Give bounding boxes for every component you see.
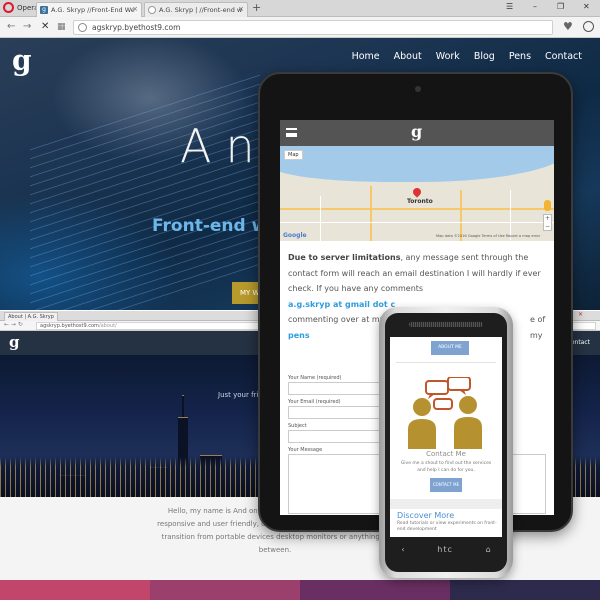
code-background-image xyxy=(30,70,260,310)
home-key-icon[interactable]: ⌂ xyxy=(486,545,491,554)
name-label: Your Name (required) xyxy=(288,375,342,381)
discover-more-title[interactable]: Discover More xyxy=(397,511,454,520)
tablet-site-header: g xyxy=(280,120,554,146)
minimize-button[interactable]: – xyxy=(533,2,537,11)
hero-subtitle: Front-end w xyxy=(152,216,268,236)
close-window-button[interactable]: ✕ xyxy=(583,2,590,11)
opera-menu-button[interactable]: Opera xyxy=(3,2,38,13)
lake-ontario-water xyxy=(280,146,554,182)
loading-spinner-icon xyxy=(148,6,156,14)
discover-more-desc: Read tutorials or view experiments on fr… xyxy=(397,521,497,532)
site-nav: Home About Work Blog Pens Contact xyxy=(352,51,582,62)
map-road xyxy=(510,190,511,240)
about-me-button[interactable]: ABOUT ME xyxy=(431,341,469,355)
about-browser-tab[interactable]: About | A.G. Skryp xyxy=(4,312,58,321)
color-tiles xyxy=(0,580,600,600)
email-link[interactable]: a.g.skryp at gmail dot c xyxy=(288,300,395,309)
email-label: Your Email (required) xyxy=(288,399,341,405)
phone-front: ABOUT ME Contact Me Give me a shout to f… xyxy=(385,313,507,572)
color-tile xyxy=(300,580,450,600)
map-type-tab[interactable]: Map xyxy=(284,150,303,160)
nav-pens[interactable]: Pens xyxy=(509,51,531,62)
color-tile xyxy=(150,580,300,600)
map-attribution: Map data ©2016 Google Terms of Use Repor… xyxy=(436,234,541,238)
phone-speaker-grille xyxy=(409,322,483,327)
phone-softkeys: ‹ htc ⌂ xyxy=(385,545,507,554)
google-logo: Google xyxy=(283,232,307,239)
about-url-path: /about/ xyxy=(98,323,117,329)
tab-menu-icon[interactable]: ☰ xyxy=(506,2,513,11)
htc-phone-device: ABOUT ME Contact Me Give me a shout to f… xyxy=(379,307,513,578)
back-button[interactable]: ← → ↻ xyxy=(4,321,23,328)
divider xyxy=(396,362,496,363)
back-button[interactable]: ← xyxy=(7,21,15,33)
contact-me-title: Contact Me xyxy=(426,450,466,458)
globe-icon xyxy=(78,23,87,32)
back-key-icon[interactable]: ‹ xyxy=(401,545,404,554)
phone-screen: ABOUT ME Contact Me Give me a shout to f… xyxy=(390,337,502,537)
bookmark-heart-icon[interactable]: ♥ xyxy=(563,20,573,33)
hamburger-menu-icon[interactable] xyxy=(286,128,297,137)
tab-label: A.G. Skryp //Front-End We xyxy=(51,6,135,14)
speed-dial-icon[interactable]: ▦ xyxy=(57,21,66,33)
new-tab-button[interactable]: + xyxy=(252,2,261,14)
email-input[interactable] xyxy=(288,406,383,419)
url-text: agskryp.byethost9.com xyxy=(92,23,181,32)
pens-link[interactable]: pens xyxy=(288,331,310,340)
url-field[interactable]: agskryp.byethost9.com xyxy=(73,20,553,35)
notice-text-2: commenting over at my xyxy=(288,315,385,324)
opera-icon xyxy=(3,2,14,13)
about-hero-text: Just your fri xyxy=(218,391,259,399)
close-tab-icon[interactable]: × xyxy=(238,5,244,13)
city-tower-spire xyxy=(182,395,184,417)
nav-contact[interactable]: Contact xyxy=(545,51,582,62)
browser-tab-2[interactable]: A.G. Skryp | //Front-end w × xyxy=(144,2,248,17)
nav-about[interactable]: About xyxy=(394,51,422,62)
close-window-icon[interactable]: ✕ xyxy=(578,311,583,318)
google-map[interactable]: Map Toronto + − Google Map data ©2016 Goo… xyxy=(280,146,554,241)
browser-tab-1[interactable]: g A.G. Skryp //Front-End We × xyxy=(36,2,142,17)
close-tab-icon[interactable]: × xyxy=(132,5,138,13)
about-site-logo[interactable]: g xyxy=(9,333,20,351)
nav-work[interactable]: Work xyxy=(436,51,460,62)
map-road xyxy=(280,222,554,223)
message-label: Your Message xyxy=(288,447,323,453)
tablet-camera xyxy=(415,86,421,92)
tab-label: A.G. Skryp | //Front-end w xyxy=(159,6,243,14)
map-city-label: Toronto xyxy=(407,198,433,205)
subject-input[interactable] xyxy=(288,430,383,443)
notice-text-3: e of my xyxy=(530,315,546,340)
section-divider xyxy=(390,499,502,509)
subject-label: Subject xyxy=(288,423,307,429)
map-road xyxy=(320,196,321,241)
map-pin-icon[interactable] xyxy=(411,186,423,198)
screenshot-root: Opera g A.G. Skryp //Front-End We × A.G.… xyxy=(0,0,600,600)
nav-blog[interactable]: Blog xyxy=(474,51,495,62)
tablet-site-logo[interactable]: g xyxy=(411,122,422,141)
forward-button[interactable]: → xyxy=(23,21,31,33)
contact-me-button[interactable]: CONTACT ME xyxy=(430,478,462,492)
site-favicon-icon: g xyxy=(40,6,48,14)
contact-me-desc: Give me a shout to find out the services… xyxy=(400,461,492,473)
notice-bold: Due to server limitations xyxy=(288,253,401,262)
about-url-host: agskryp.byethost9.com xyxy=(40,323,99,329)
name-input[interactable] xyxy=(288,382,383,395)
account-icon[interactable] xyxy=(583,21,594,32)
phone-brand-logo: htc xyxy=(437,545,453,554)
color-tile xyxy=(450,580,600,600)
browser-address-bar: ← → ✕ ▦ agskryp.byethost9.com ♥ xyxy=(0,17,600,38)
map-road xyxy=(370,186,372,241)
stop-loading-button[interactable]: ✕ xyxy=(41,21,49,33)
color-tile xyxy=(0,580,150,600)
browser-tab-bar: Opera g A.G. Skryp //Front-End We × A.G.… xyxy=(0,0,600,17)
restore-button[interactable]: ❐ xyxy=(557,2,564,11)
street-view-pegman-icon[interactable] xyxy=(544,200,551,211)
nav-home[interactable]: Home xyxy=(352,51,380,62)
map-road xyxy=(280,208,554,210)
site-logo[interactable]: g xyxy=(12,44,32,77)
chat-people-icon xyxy=(408,377,482,449)
map-zoom-control[interactable]: + − xyxy=(543,214,552,231)
